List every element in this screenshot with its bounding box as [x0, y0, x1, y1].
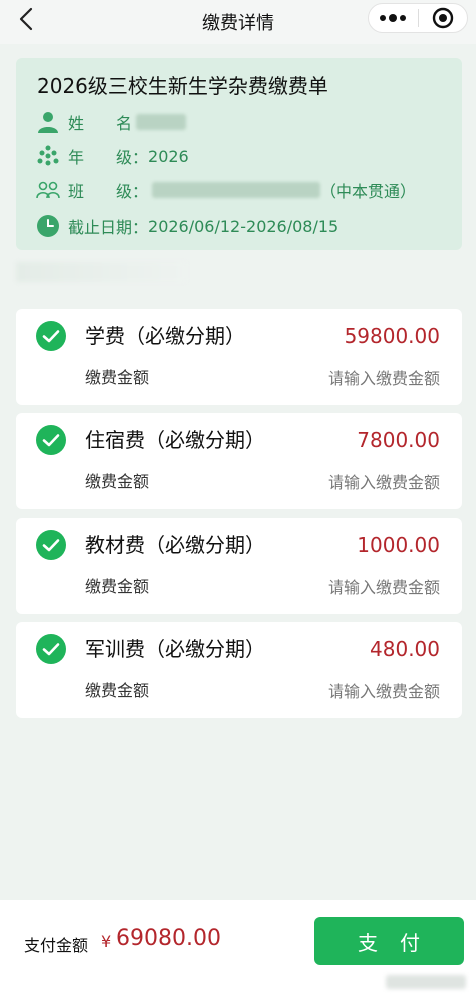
fee-item-tuition: 学费（必缴分期） 59800.00 缴费金额 — [16, 309, 462, 405]
navigation-bar: 缴费详情 — [0, 0, 476, 44]
class-suffix: （中本贯通） — [320, 182, 417, 201]
currency-symbol: ¥ — [101, 932, 112, 951]
deadline-label: 截止日期： — [68, 218, 149, 237]
checked-circle-icon[interactable] — [36, 321, 66, 351]
deadline-value: 2026/06/12-2026/08/15 — [148, 216, 339, 236]
fee-name: 住宿费（必缴分期） — [85, 428, 265, 452]
more-dots-icon[interactable] — [369, 4, 418, 32]
fee-amount: 1000.00 — [357, 533, 440, 557]
person-icon — [38, 112, 58, 133]
class-row: 班 级： （中本贯通） — [36, 176, 416, 204]
close-target-icon[interactable] — [419, 4, 468, 32]
redacted-strip — [16, 262, 186, 282]
fee-item-accommodation: 住宿费（必缴分期） 7800.00 缴费金额 — [16, 413, 462, 509]
mini-program-capsule — [368, 3, 468, 33]
clock-icon — [37, 215, 59, 237]
bill-title: 2026级三校生新生学杂费缴费单 — [37, 74, 328, 98]
fee-amount-label: 缴费金额 — [85, 472, 150, 491]
grade-value: 2026 — [148, 146, 189, 166]
fee-amount-label: 缴费金额 — [85, 681, 150, 700]
checked-circle-icon[interactable] — [36, 530, 66, 560]
student-name-row: 姓 名 — [36, 108, 187, 136]
fee-amount: 7800.00 — [357, 428, 440, 452]
class-value-redacted — [152, 182, 321, 198]
name-label: 姓 名 — [68, 114, 133, 133]
fee-name: 学费（必缴分期） — [85, 324, 245, 348]
fee-amount-input[interactable] — [260, 678, 440, 704]
fee-item-textbooks: 教材费（必缴分期） 1000.00 缴费金额 — [16, 518, 462, 614]
fee-name: 教材费（必缴分期） — [85, 533, 265, 557]
grade-row: 年 级： 2026 — [36, 142, 189, 170]
deadline-row: 截止日期： 2026/06/12-2026/08/15 — [36, 212, 338, 240]
total-label: 支付金额 — [24, 936, 89, 955]
back-arrow-icon[interactable] — [14, 6, 40, 32]
fee-amount-label: 缴费金额 — [85, 368, 150, 387]
fee-amount-input[interactable] — [260, 365, 440, 391]
fee-amount: 59800.00 — [344, 324, 440, 348]
fee-amount-input[interactable] — [260, 574, 440, 600]
fee-name: 军训费（必缴分期） — [85, 637, 265, 661]
bill-info-card: 2026级三校生新生学杂费缴费单 姓 名 年 级： 2026 班 级： （中本贯… — [16, 58, 462, 250]
class-label: 班 级： — [68, 182, 149, 201]
fee-amount: 480.00 — [370, 637, 440, 661]
pay-button[interactable]: 支付 — [314, 917, 464, 965]
watermark-redacted — [386, 975, 466, 989]
checked-circle-icon[interactable] — [36, 425, 66, 455]
fee-item-military-training: 军训费（必缴分期） 480.00 缴费金额 — [16, 622, 462, 718]
checked-circle-icon[interactable] — [36, 634, 66, 664]
total-amount: 69080.00 — [116, 926, 221, 951]
class-people-icon — [36, 181, 60, 199]
fee-amount-input[interactable] — [260, 469, 440, 495]
group-icon — [37, 145, 59, 166]
grade-label: 年 级： — [68, 148, 149, 167]
page-title: 缴费详情 — [202, 13, 274, 34]
name-value-redacted — [136, 114, 187, 130]
fee-amount-label: 缴费金额 — [85, 577, 150, 596]
